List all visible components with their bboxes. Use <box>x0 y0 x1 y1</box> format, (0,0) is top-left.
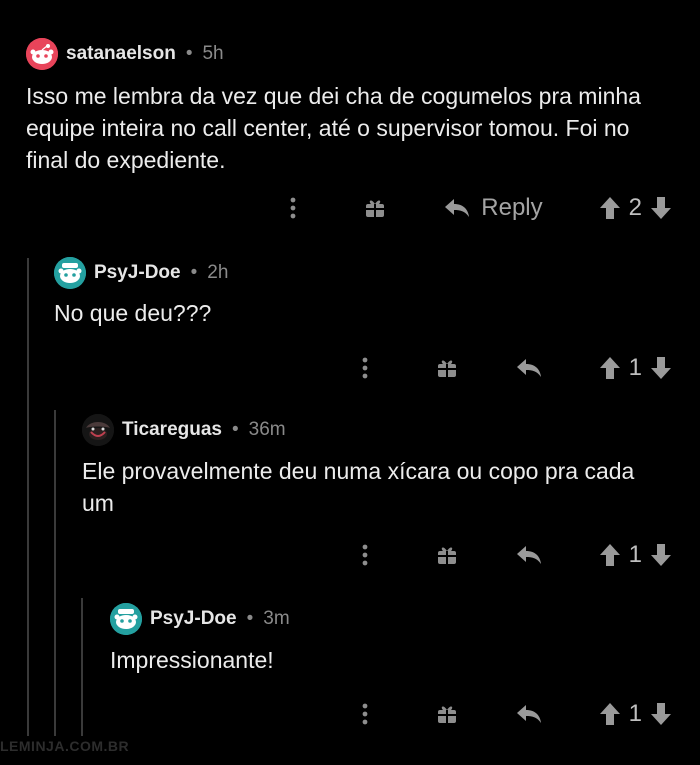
separator-dot: • <box>246 608 254 629</box>
comment-age: 2h <box>207 262 229 283</box>
comment-header: PsyJ-Doe • 3m <box>110 603 290 635</box>
comment-header: Ticareguas • 36m <box>82 414 286 446</box>
snoo-avatar-icon <box>26 38 58 70</box>
avatar[interactable] <box>82 414 114 446</box>
reply-button[interactable] <box>515 357 543 379</box>
thread-line-level-2 <box>54 410 56 736</box>
user-photo-avatar-icon <box>82 414 114 446</box>
reply-button[interactable] <box>515 544 543 566</box>
comment-actions: Reply 2 <box>287 194 672 222</box>
username[interactable]: PsyJ-Doe <box>94 262 181 284</box>
downvote-arrow-icon[interactable] <box>650 543 672 567</box>
comment-body: Ele provavelmente deu numa xícara ou cop… <box>82 458 635 516</box>
more-options-icon[interactable] <box>359 544 371 566</box>
award-gift-icon[interactable] <box>435 544 459 566</box>
award-gift-icon[interactable] <box>363 197 387 219</box>
comment-age: 5h <box>202 43 224 64</box>
more-options-icon[interactable] <box>287 197 299 219</box>
award-gift-icon[interactable] <box>435 357 459 379</box>
vote-count: 1 <box>628 700 642 727</box>
more-options-icon[interactable] <box>359 357 371 379</box>
more-options-icon[interactable] <box>359 703 371 725</box>
award-gift-icon[interactable] <box>435 703 459 725</box>
watermark: LEMINJA.COM.BR <box>0 738 130 754</box>
vote-controls: 1 <box>599 541 672 569</box>
reply-arrow-icon <box>516 359 541 377</box>
comment-actions: 1 <box>359 700 672 728</box>
comment-body: Isso me lembra da vez que dei cha de cog… <box>26 83 641 173</box>
snoo-avatar-icon <box>54 257 86 289</box>
thread-line-level-3 <box>81 598 83 736</box>
reply-button[interactable]: Reply <box>443 194 543 222</box>
reply-arrow-icon <box>516 705 541 723</box>
comment-body: No que deu??? <box>54 300 212 326</box>
upvote-arrow-icon[interactable] <box>599 543 621 567</box>
vote-count: 1 <box>628 541 642 568</box>
downvote-arrow-icon[interactable] <box>650 196 672 220</box>
comment-body: Impressionante! <box>110 647 274 673</box>
reply-arrow-icon <box>445 199 470 217</box>
upvote-arrow-icon[interactable] <box>599 196 621 220</box>
reply-button[interactable] <box>515 703 543 725</box>
reply-label: Reply <box>481 194 543 221</box>
vote-controls: 2 <box>599 194 672 222</box>
comment-header: PsyJ-Doe • 2h <box>54 257 228 289</box>
vote-count: 2 <box>628 194 642 221</box>
comment-header: satanaelson • 5h <box>26 38 224 70</box>
upvote-arrow-icon[interactable] <box>599 702 621 726</box>
separator-dot: • <box>185 43 193 64</box>
thread-line-level-1 <box>27 258 29 736</box>
username[interactable]: satanaelson <box>66 43 176 65</box>
avatar[interactable] <box>110 603 142 635</box>
comment-actions: 1 <box>359 354 672 382</box>
separator-dot: • <box>190 262 198 283</box>
avatar[interactable] <box>54 257 86 289</box>
separator-dot: • <box>231 419 239 440</box>
comment-age: 3m <box>263 608 290 629</box>
comment-age: 36m <box>248 419 286 440</box>
reply-arrow-icon <box>516 546 541 564</box>
upvote-arrow-icon[interactable] <box>599 356 621 380</box>
vote-controls: 1 <box>599 354 672 382</box>
username[interactable]: PsyJ-Doe <box>150 608 237 630</box>
username[interactable]: Ticareguas <box>122 419 222 441</box>
vote-count: 1 <box>628 354 642 381</box>
snoo-avatar-icon <box>110 603 142 635</box>
avatar[interactable] <box>26 38 58 70</box>
comment-actions: 1 <box>359 541 672 569</box>
downvote-arrow-icon[interactable] <box>650 702 672 726</box>
downvote-arrow-icon[interactable] <box>650 356 672 380</box>
vote-controls: 1 <box>599 700 672 728</box>
